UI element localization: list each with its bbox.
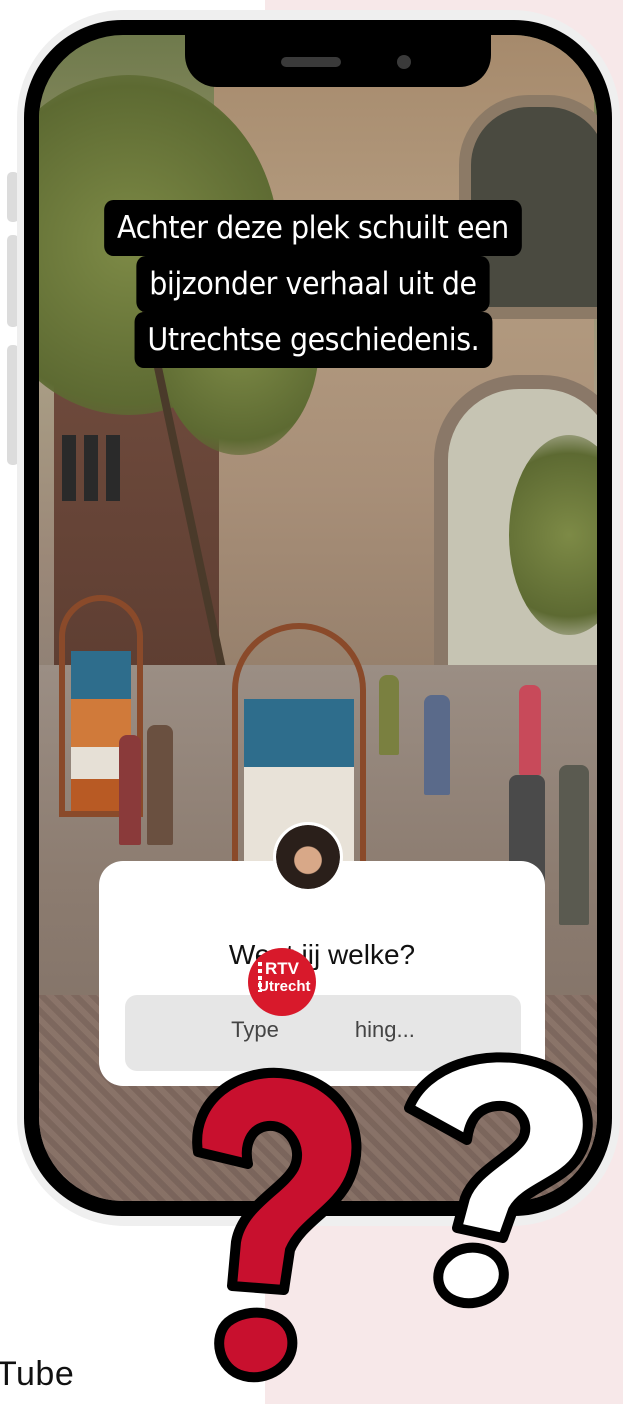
red-question-mark-icon bbox=[192, 1067, 362, 1383]
story-screen[interactable]: Achter deze plek schuilt een bijzonder v… bbox=[39, 35, 597, 1201]
building-window bbox=[84, 435, 98, 501]
answer-prefix: Type bbox=[231, 1017, 279, 1042]
caption-line: Achter deze plek schuilt een bbox=[104, 200, 522, 256]
pedestrian bbox=[379, 675, 399, 755]
speaker-grille bbox=[281, 57, 341, 67]
phone-notch bbox=[185, 35, 491, 87]
front-camera-icon bbox=[397, 55, 411, 69]
building-window bbox=[106, 435, 120, 501]
footer-text: Tube bbox=[0, 1355, 75, 1393]
pedestrian bbox=[424, 695, 450, 795]
answer-suffix: hing... bbox=[354, 1017, 415, 1042]
avatar-photo bbox=[276, 825, 340, 889]
building-window bbox=[62, 435, 76, 501]
question-title: Weet jij welke? bbox=[228, 939, 416, 970]
logo-line-2: Utrecht bbox=[258, 978, 311, 995]
logo-line-1: RTV bbox=[265, 959, 299, 978]
rtv-utrecht-logo: RTV Utrecht bbox=[248, 948, 316, 1016]
caption-line: Utrechtse geschiedenis. bbox=[134, 312, 492, 368]
pedestrian bbox=[147, 725, 173, 845]
white-question-mark-icon bbox=[404, 1052, 593, 1309]
story-caption: Achter deze plek schuilt een bijzonder v… bbox=[76, 200, 550, 368]
pedestrian bbox=[519, 685, 541, 775]
avatar bbox=[273, 822, 343, 892]
pedestrian bbox=[559, 765, 589, 925]
pedestrian bbox=[119, 735, 141, 845]
phone-frame: Achter deze plek schuilt een bijzonder v… bbox=[24, 20, 612, 1216]
caption-line: bijzonder verhaal uit de bbox=[136, 256, 490, 312]
answer-placeholder: Type hing... bbox=[125, 1017, 521, 1043]
